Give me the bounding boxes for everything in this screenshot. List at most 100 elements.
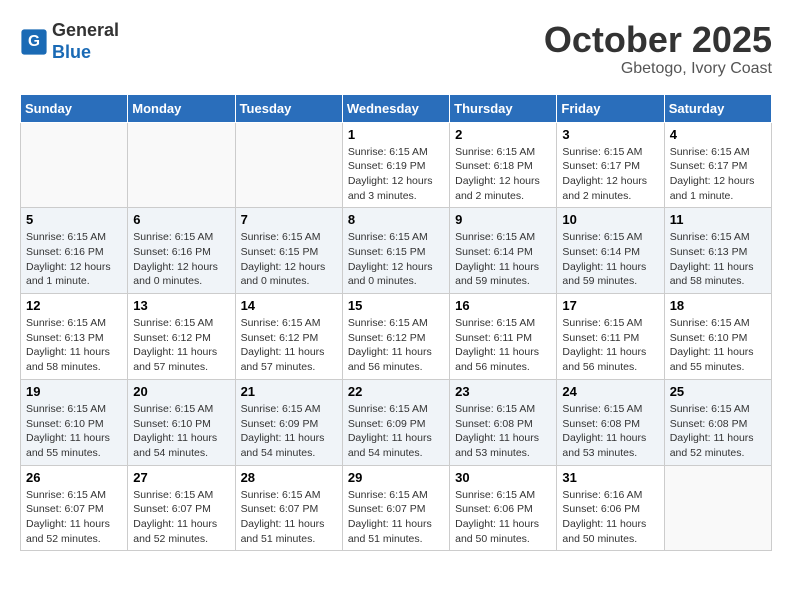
day-number: 19 xyxy=(26,384,122,399)
day-info: Sunrise: 6:15 AM Sunset: 6:19 PM Dayligh… xyxy=(348,145,444,204)
calendar-cell: 6Sunrise: 6:15 AM Sunset: 6:16 PM Daylig… xyxy=(128,208,235,294)
calendar-cell: 30 Sunrise: 6:15 AM Sunset: 6:06 PM Dayli… xyxy=(450,465,557,551)
day-info: Sunrise: 6:15 AM Sunset: 6:13 PM Dayligh… xyxy=(670,230,766,289)
day-number: 18 xyxy=(670,298,766,313)
day-info: Sunrise: 6:15 AM Sunset: 6:06 PM Dayligh… xyxy=(455,488,551,547)
day-number: 11 xyxy=(670,212,766,227)
calendar-cell: 21 Sunrise: 6:15 AM Sunset: 6:09 PM Dayli… xyxy=(235,379,342,465)
day-info: Sunrise: 6:15 AM Sunset: 6:17 PM Dayligh… xyxy=(562,145,658,204)
weekday-header-sunday: Sunday xyxy=(21,94,128,122)
day-number: 7 xyxy=(241,212,337,227)
day-number: 14 xyxy=(241,298,337,313)
calendar-cell: 19 Sunrise: 6:15 AM Sunset: 6:10 PM Dayli… xyxy=(21,379,128,465)
logo-text: General Blue xyxy=(52,20,119,63)
day-info: Sunrise: 6:15 AM Sunset: 6:10 PM Dayligh… xyxy=(26,402,122,461)
day-number: 6 xyxy=(133,212,229,227)
calendar-cell: 20 Sunrise: 6:15 AM Sunset: 6:10 PM Dayli… xyxy=(128,379,235,465)
calendar-cell xyxy=(235,122,342,208)
day-number: 5 xyxy=(26,212,122,227)
day-info: Sunrise: 6:15 AM Sunset: 6:14 PM Dayligh… xyxy=(455,230,551,289)
calendar-cell: 5 Sunrise: 6:15 AM Sunset: 6:16 PM Daylig… xyxy=(21,208,128,294)
day-number: 30 xyxy=(455,470,551,485)
day-number: 2 xyxy=(455,127,551,142)
day-info: Sunrise: 6:15 AM Sunset: 6:12 PM Dayligh… xyxy=(133,316,229,375)
calendar-cell: 26 Sunrise: 6:15 AM Sunset: 6:07 PM Dayli… xyxy=(21,465,128,551)
day-number: 1 xyxy=(348,127,444,142)
calendar-cell: 2Sunrise: 6:15 AM Sunset: 6:18 PM Daylig… xyxy=(450,122,557,208)
weekday-header-monday: Monday xyxy=(128,94,235,122)
day-info: Sunrise: 6:16 AM Sunset: 6:06 PM Dayligh… xyxy=(562,488,658,547)
calendar-week-row: 12Sunrise: 6:15 AM Sunset: 6:13 PM Dayli… xyxy=(21,294,772,380)
day-info: Sunrise: 6:15 AM Sunset: 6:08 PM Dayligh… xyxy=(562,402,658,461)
day-number: 26 xyxy=(26,470,122,485)
day-number: 24 xyxy=(562,384,658,399)
day-number: 25 xyxy=(670,384,766,399)
day-number: 10 xyxy=(562,212,658,227)
calendar-cell xyxy=(664,465,771,551)
day-number: 17 xyxy=(562,298,658,313)
calendar-cell: 28Sunrise: 6:15 AM Sunset: 6:07 PM Dayli… xyxy=(235,465,342,551)
weekday-header-tuesday: Tuesday xyxy=(235,94,342,122)
day-info: Sunrise: 6:15 AM Sunset: 6:07 PM Dayligh… xyxy=(26,488,122,547)
calendar-table: SundayMondayTuesdayWednesdayThursdayFrid… xyxy=(20,94,772,552)
calendar-week-row: 5 Sunrise: 6:15 AM Sunset: 6:16 PM Daylig… xyxy=(21,208,772,294)
day-info: Sunrise: 6:15 AM Sunset: 6:15 PM Dayligh… xyxy=(241,230,337,289)
weekday-header-saturday: Saturday xyxy=(664,94,771,122)
day-info: Sunrise: 6:15 AM Sunset: 6:12 PM Dayligh… xyxy=(241,316,337,375)
day-info: Sunrise: 6:15 AM Sunset: 6:16 PM Dayligh… xyxy=(26,230,122,289)
calendar-cell: 11 Sunrise: 6:15 AM Sunset: 6:13 PM Dayli… xyxy=(664,208,771,294)
weekday-header-row: SundayMondayTuesdayWednesdayThursdayFrid… xyxy=(21,94,772,122)
day-info: Sunrise: 6:15 AM Sunset: 6:17 PM Dayligh… xyxy=(670,145,766,204)
day-info: Sunrise: 6:15 AM Sunset: 6:13 PM Dayligh… xyxy=(26,316,122,375)
day-info: Sunrise: 6:15 AM Sunset: 6:11 PM Dayligh… xyxy=(455,316,551,375)
day-info: Sunrise: 6:15 AM Sunset: 6:10 PM Dayligh… xyxy=(133,402,229,461)
calendar-cell: 27 Sunrise: 6:15 AM Sunset: 6:07 PM Dayli… xyxy=(128,465,235,551)
day-number: 21 xyxy=(241,384,337,399)
day-number: 22 xyxy=(348,384,444,399)
calendar-week-row: 19 Sunrise: 6:15 AM Sunset: 6:10 PM Dayli… xyxy=(21,379,772,465)
calendar-cell: 4 Sunrise: 6:15 AM Sunset: 6:17 PM Daylig… xyxy=(664,122,771,208)
calendar-cell: 31Sunrise: 6:16 AM Sunset: 6:06 PM Dayli… xyxy=(557,465,664,551)
day-number: 9 xyxy=(455,212,551,227)
calendar-cell: 1 Sunrise: 6:15 AM Sunset: 6:19 PM Daylig… xyxy=(342,122,449,208)
day-number: 13 xyxy=(133,298,229,313)
weekday-header-wednesday: Wednesday xyxy=(342,94,449,122)
day-number: 23 xyxy=(455,384,551,399)
calendar-cell: 22Sunrise: 6:15 AM Sunset: 6:09 PM Dayli… xyxy=(342,379,449,465)
calendar-cell xyxy=(21,122,128,208)
day-info: Sunrise: 6:15 AM Sunset: 6:07 PM Dayligh… xyxy=(241,488,337,547)
calendar-week-row: 1 Sunrise: 6:15 AM Sunset: 6:19 PM Daylig… xyxy=(21,122,772,208)
calendar-cell: 16 Sunrise: 6:15 AM Sunset: 6:11 PM Dayli… xyxy=(450,294,557,380)
calendar-cell: 13 Sunrise: 6:15 AM Sunset: 6:12 PM Dayli… xyxy=(128,294,235,380)
location: Gbetogo, Ivory Coast xyxy=(544,60,772,78)
day-info: Sunrise: 6:15 AM Sunset: 6:11 PM Dayligh… xyxy=(562,316,658,375)
day-info: Sunrise: 6:15 AM Sunset: 6:15 PM Dayligh… xyxy=(348,230,444,289)
calendar-cell: 15Sunrise: 6:15 AM Sunset: 6:12 PM Dayli… xyxy=(342,294,449,380)
day-number: 4 xyxy=(670,127,766,142)
day-number: 27 xyxy=(133,470,229,485)
day-number: 29 xyxy=(348,470,444,485)
svg-text:G: G xyxy=(28,33,40,50)
day-number: 3 xyxy=(562,127,658,142)
weekday-header-friday: Friday xyxy=(557,94,664,122)
calendar-cell: 10 Sunrise: 6:15 AM Sunset: 6:14 PM Dayli… xyxy=(557,208,664,294)
day-info: Sunrise: 6:15 AM Sunset: 6:10 PM Dayligh… xyxy=(670,316,766,375)
day-info: Sunrise: 6:15 AM Sunset: 6:09 PM Dayligh… xyxy=(241,402,337,461)
day-number: 20 xyxy=(133,384,229,399)
day-number: 16 xyxy=(455,298,551,313)
logo-icon: G xyxy=(20,28,48,56)
page-header: G General Blue October 2025 Gbetogo, Ivo… xyxy=(20,20,772,78)
day-info: Sunrise: 6:15 AM Sunset: 6:08 PM Dayligh… xyxy=(455,402,551,461)
day-info: Sunrise: 6:15 AM Sunset: 6:07 PM Dayligh… xyxy=(133,488,229,547)
day-info: Sunrise: 6:15 AM Sunset: 6:14 PM Dayligh… xyxy=(562,230,658,289)
calendar-cell: 18 Sunrise: 6:15 AM Sunset: 6:10 PM Dayli… xyxy=(664,294,771,380)
calendar-week-row: 26 Sunrise: 6:15 AM Sunset: 6:07 PM Dayli… xyxy=(21,465,772,551)
month-title: October 2025 xyxy=(544,20,772,60)
calendar-cell: 23 Sunrise: 6:15 AM Sunset: 6:08 PM Dayli… xyxy=(450,379,557,465)
calendar-cell: 14 Sunrise: 6:15 AM Sunset: 6:12 PM Dayli… xyxy=(235,294,342,380)
day-number: 8 xyxy=(348,212,444,227)
calendar-cell: 29Sunrise: 6:15 AM Sunset: 6:07 PM Dayli… xyxy=(342,465,449,551)
calendar-cell: 12Sunrise: 6:15 AM Sunset: 6:13 PM Dayli… xyxy=(21,294,128,380)
calendar-cell xyxy=(128,122,235,208)
day-info: Sunrise: 6:15 AM Sunset: 6:12 PM Dayligh… xyxy=(348,316,444,375)
